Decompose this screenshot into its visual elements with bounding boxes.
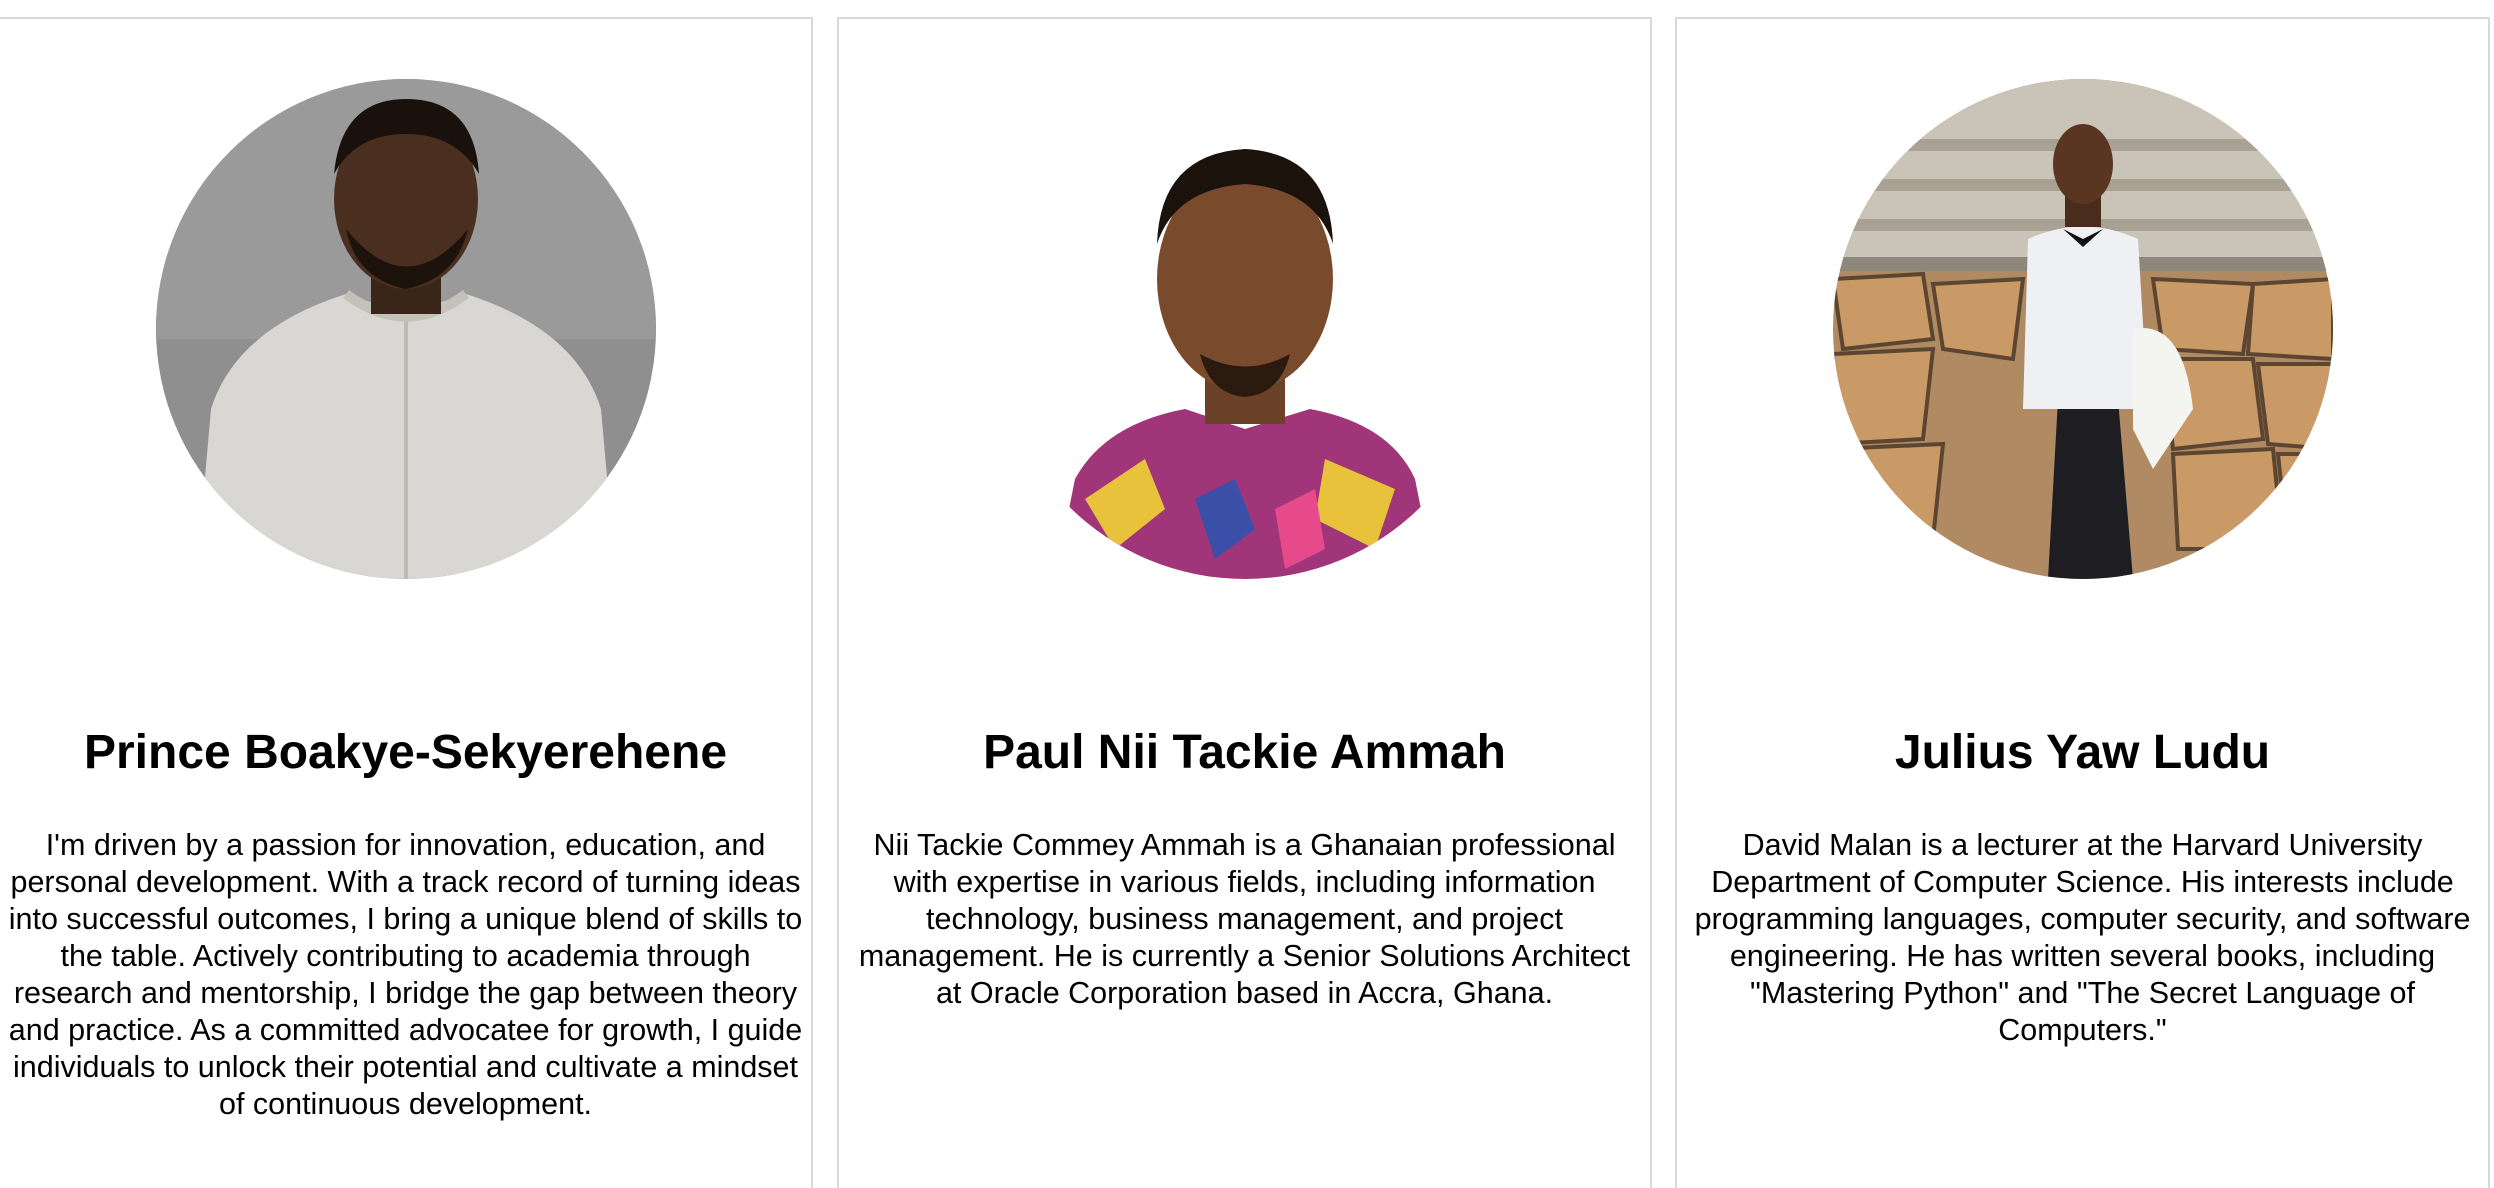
portrait-photo-icon — [155, 79, 656, 579]
profile-photo — [155, 79, 656, 579]
team-card: Paul Nii Tackie Ammah Nii Tackie Commey … — [837, 17, 1652, 1188]
member-name: Prince Boakye-Sekyerehene — [83, 726, 728, 779]
member-bio: David Malan is a lecturer at the Harvard… — [1694, 828, 2471, 1047]
member-bio: I'm driven by a passion for innovation, … — [8, 828, 803, 1121]
member-name: Julius Yaw Ludu — [1894, 726, 2271, 779]
team-card: Julius Yaw Ludu David Malan is a lecture… — [1675, 17, 2490, 1188]
team-card: Prince Boakye-Sekyerehene I'm driven by … — [0, 17, 813, 1188]
profile-photo — [994, 79, 1495, 579]
member-name: Paul Nii Tackie Ammah — [983, 726, 1506, 779]
portrait-photo-icon — [1832, 79, 2333, 579]
profile-photo — [1832, 79, 2333, 579]
member-bio: Nii Tackie Commey Ammah is a Ghanaian pr… — [858, 828, 1631, 1010]
team-cards: Prince Boakye-Sekyerehene I'm driven by … — [0, 0, 2494, 1188]
portrait-photo-icon — [994, 79, 1495, 579]
